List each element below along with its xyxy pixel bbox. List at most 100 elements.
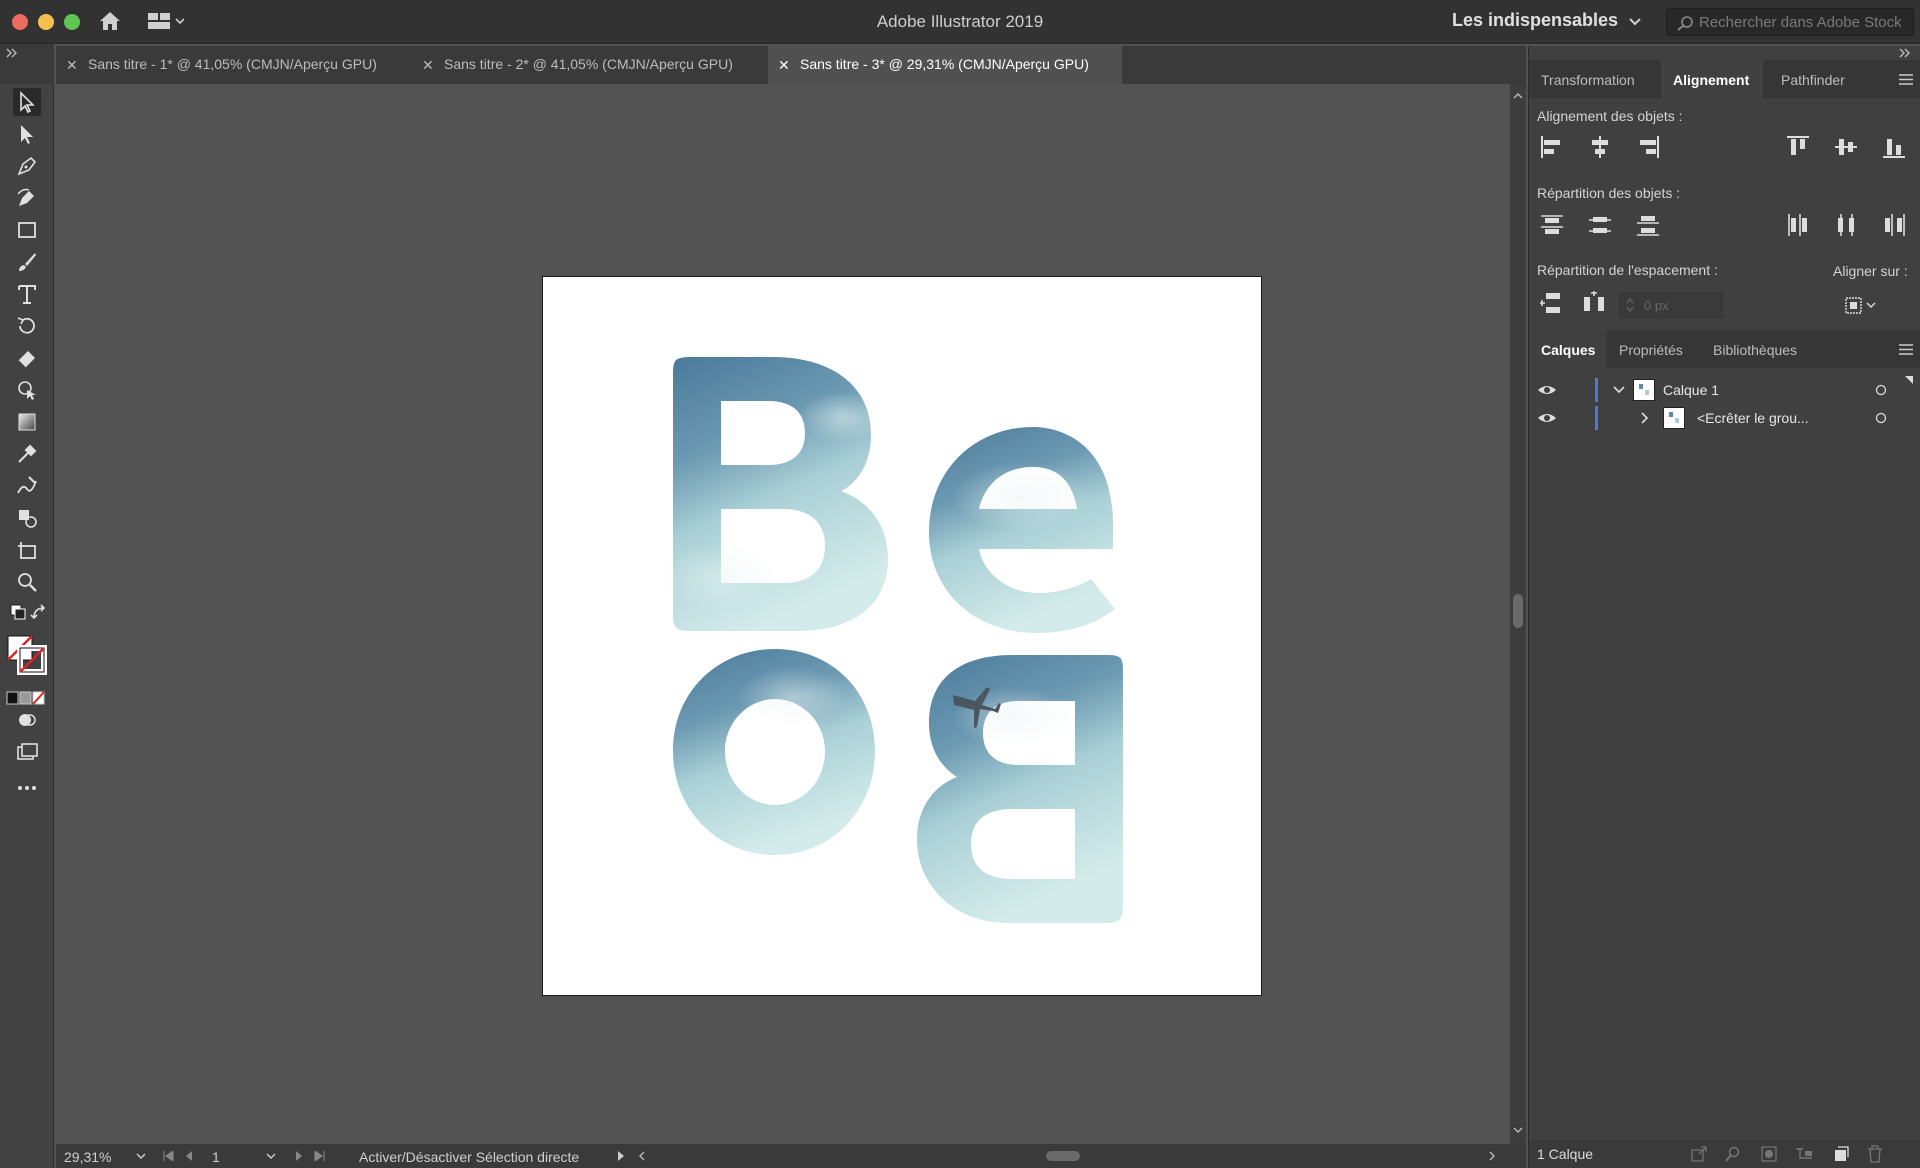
- zoom-level[interactable]: 29,31%: [64, 1149, 111, 1165]
- fill-stroke-swatches[interactable]: [4, 632, 50, 678]
- direct-selection-tool[interactable]: [13, 120, 41, 148]
- vertical-scroll-thumb[interactable]: [1513, 594, 1523, 628]
- chevron-down-icon[interactable]: [1613, 386, 1625, 394]
- tab-proprietes[interactable]: Propriétés: [1619, 342, 1683, 358]
- workspace-switcher[interactable]: Les indispensables: [1452, 10, 1641, 31]
- artboard[interactable]: [542, 276, 1262, 996]
- next-artboard-icon[interactable]: [294, 1151, 304, 1161]
- gradient-tool[interactable]: [13, 408, 41, 436]
- zoom-icon: [18, 573, 37, 592]
- expand-toolbar-icon[interactable]: [6, 48, 18, 58]
- layers-menu-icon[interactable]: [1899, 344, 1913, 355]
- chevron-right-icon[interactable]: [1641, 412, 1649, 424]
- align-to-selection-dropdown[interactable]: [1843, 292, 1879, 318]
- scroll-right-icon[interactable]: [1488, 1151, 1496, 1161]
- eraser-tool[interactable]: [13, 344, 41, 372]
- edit-toolbar-button[interactable]: [13, 774, 41, 802]
- target-circle-icon[interactable]: [1875, 412, 1887, 424]
- visibility-eye-icon[interactable]: [1537, 412, 1557, 424]
- selection-tool[interactable]: [13, 88, 41, 116]
- tab-transformation[interactable]: Transformation: [1541, 72, 1635, 88]
- last-artboard-icon[interactable]: [314, 1151, 326, 1161]
- scroll-up-icon[interactable]: [1513, 92, 1523, 100]
- export-for-screens-icon[interactable]: [1691, 1146, 1707, 1162]
- rotate-tool[interactable]: [13, 312, 41, 340]
- spacing-value-field[interactable]: 0 px: [1619, 292, 1723, 318]
- tab-document-1[interactable]: ✕ Sans titre - 1* @ 41,05% (CMJN/Aperçu G…: [56, 46, 410, 84]
- chevron-down-icon: [1629, 18, 1641, 26]
- previous-artboard-icon[interactable]: [184, 1151, 194, 1161]
- tab-pathfinder[interactable]: Pathfinder: [1781, 72, 1845, 88]
- tab-calques[interactable]: Calques: [1541, 342, 1595, 358]
- tab-document-3[interactable]: ✕ Sans titre - 3* @ 29,31% (CMJN/Aperçu G…: [768, 46, 1122, 84]
- tab-document-2[interactable]: ✕ Sans titre - 2* @ 41,05% (CMJN/Aperçu G…: [412, 46, 766, 84]
- pen-tool[interactable]: [13, 152, 41, 180]
- horizontal-scroll-thumb[interactable]: [1046, 1151, 1080, 1161]
- status-menu-arrow-icon[interactable]: [616, 1151, 626, 1161]
- align-horizontal-center-icon[interactable]: [1587, 134, 1613, 160]
- align-right-icon[interactable]: [1635, 134, 1661, 160]
- symbol-sprayer-tool[interactable]: [13, 504, 41, 532]
- new-sublayer-icon[interactable]: [1795, 1146, 1813, 1162]
- trash-icon[interactable]: [1867, 1145, 1883, 1163]
- scroll-down-icon[interactable]: [1513, 1126, 1523, 1134]
- scroll-left-icon[interactable]: [638, 1151, 646, 1161]
- panel-menu-icon[interactable]: [1899, 74, 1913, 85]
- distribute-left-icon[interactable]: [1785, 212, 1811, 238]
- distribute-top-icon[interactable]: [1539, 212, 1565, 238]
- tab-alignement[interactable]: Alignement: [1673, 72, 1749, 88]
- swap-fill-stroke-button[interactable]: [26, 600, 54, 628]
- artboard-dropdown-icon[interactable]: [266, 1153, 276, 1160]
- stepper-arrows-icon[interactable]: [1626, 297, 1634, 313]
- screen-mode-button[interactable]: [13, 738, 41, 766]
- artboard-number[interactable]: 1: [212, 1149, 220, 1165]
- locate-object-icon[interactable]: [1725, 1146, 1741, 1162]
- drawing-modes-button[interactable]: [13, 706, 41, 734]
- distribute-vertical-spacing-icon[interactable]: [1539, 290, 1565, 316]
- curvature-tool[interactable]: [13, 184, 41, 212]
- distribute-spacing-label: Répartition de l'espacement :: [1537, 262, 1718, 278]
- type-tool[interactable]: [13, 280, 41, 308]
- align-vertical-center-icon[interactable]: [1833, 134, 1859, 160]
- align-bottom-icon[interactable]: [1881, 134, 1907, 160]
- zoom-tool[interactable]: [13, 568, 41, 596]
- distribute-vertical-center-icon[interactable]: [1587, 212, 1613, 238]
- align-top-icon[interactable]: [1785, 134, 1811, 160]
- vertical-scrollbar[interactable]: [1510, 84, 1526, 1144]
- layer-row-clip-group[interactable]: <Ecrêter le grou...: [1529, 404, 1920, 432]
- search-placeholder: Rechercher dans Adobe Stock: [1699, 14, 1902, 31]
- layer-row-calque-1[interactable]: Calque 1: [1529, 376, 1920, 404]
- clipped-letters-group: [658, 357, 1123, 923]
- shape-builder-tool[interactable]: [13, 376, 41, 404]
- visibility-eye-icon[interactable]: [1537, 384, 1557, 396]
- align-left-icon[interactable]: [1539, 134, 1565, 160]
- first-artboard-icon[interactable]: [162, 1151, 174, 1161]
- tab-bibliotheques[interactable]: Bibliothèques: [1713, 342, 1797, 358]
- lock-toggle[interactable]: [1565, 378, 1587, 402]
- blend-tool[interactable]: [13, 472, 41, 500]
- layer-name[interactable]: Calque 1: [1663, 382, 1719, 398]
- cloud-text-artwork[interactable]: [543, 277, 1263, 997]
- rectangle-tool[interactable]: [13, 216, 41, 244]
- make-clipping-mask-icon[interactable]: [1761, 1146, 1777, 1162]
- collapse-panels-icon[interactable]: [1899, 48, 1911, 58]
- group-name[interactable]: <Ecrêter le grou...: [1697, 410, 1809, 426]
- stock-search-field[interactable]: Rechercher dans Adobe Stock: [1666, 8, 1914, 36]
- distribute-horizontal-center-icon[interactable]: [1833, 212, 1859, 238]
- eyedropper-tool[interactable]: [13, 440, 41, 468]
- zoom-dropdown-icon[interactable]: [136, 1153, 146, 1160]
- close-tab-icon[interactable]: ✕: [778, 57, 790, 74]
- distribute-bottom-icon[interactable]: [1635, 212, 1661, 238]
- artboard-tool[interactable]: [13, 536, 41, 564]
- target-circle-icon[interactable]: [1875, 384, 1887, 396]
- paintbrush-tool[interactable]: [13, 248, 41, 276]
- canvas-area[interactable]: [56, 84, 1510, 1144]
- lock-toggle[interactable]: [1565, 406, 1587, 430]
- close-tab-icon[interactable]: ✕: [422, 57, 434, 74]
- selection-arrow-icon: [20, 91, 35, 114]
- close-tab-icon[interactable]: ✕: [66, 57, 78, 74]
- distribute-horizontal-spacing-icon[interactable]: [1581, 290, 1607, 316]
- align-panel-tabs: Transformation Alignement Pathfinder: [1529, 60, 1920, 98]
- new-layer-icon[interactable]: [1833, 1146, 1849, 1162]
- distribute-right-icon[interactable]: [1881, 212, 1907, 238]
